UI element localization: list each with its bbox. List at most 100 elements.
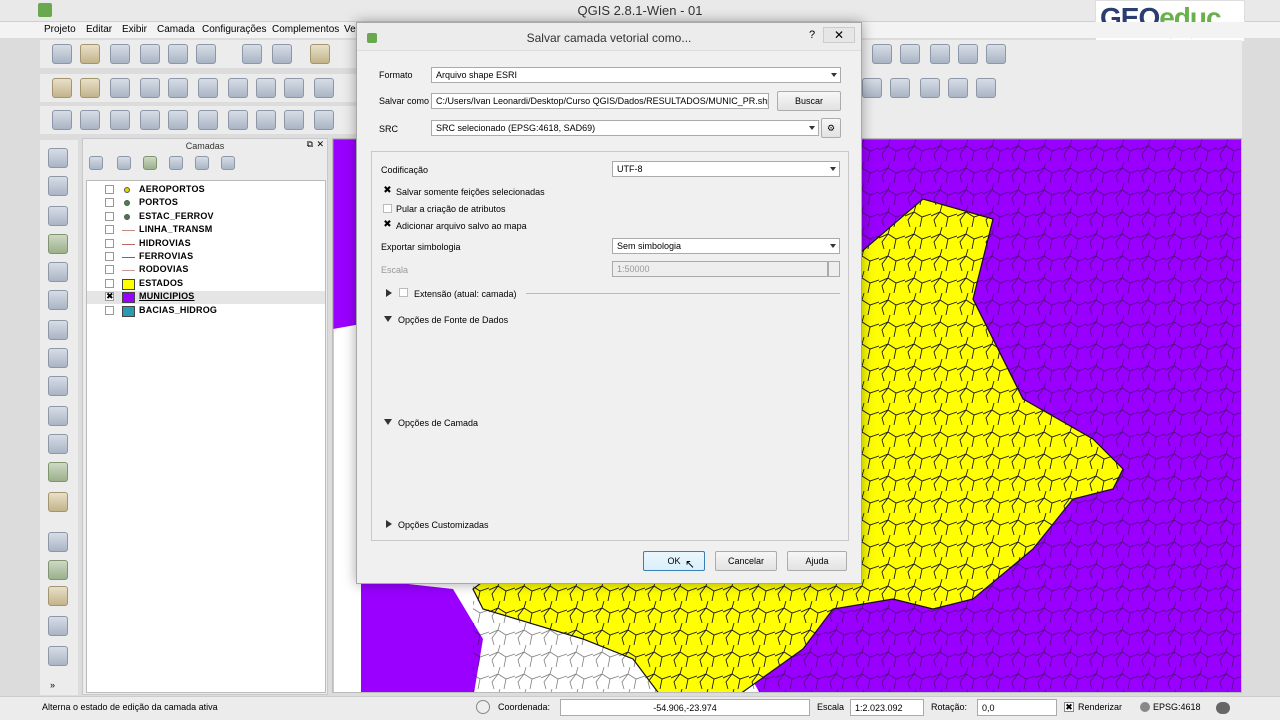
extent-expand-icon[interactable]: [386, 289, 392, 297]
layer-visibility-checkbox[interactable]: [105, 211, 114, 221]
open-project-icon[interactable]: [80, 44, 100, 64]
layer-row[interactable]: HIDROVIAS: [87, 238, 325, 251]
layer-options-collapse-icon[interactable]: [384, 419, 392, 425]
select-features-icon[interactable]: [310, 44, 330, 64]
visibility-eye-icon[interactable]: [117, 156, 131, 170]
render-checkbox[interactable]: ✖: [1064, 702, 1074, 712]
delete-selected-icon[interactable]: [228, 78, 248, 98]
expand-more-icon[interactable]: »: [50, 680, 55, 690]
add-part-icon[interactable]: [198, 110, 218, 130]
add-oracle-layer-icon[interactable]: [48, 290, 68, 310]
close-panel-icon[interactable]: ✕: [316, 139, 324, 150]
menu-camada[interactable]: Camada: [157, 24, 195, 35]
toggle-edit-icon[interactable]: [80, 78, 100, 98]
cut-icon[interactable]: [256, 78, 276, 98]
zoom-last-icon[interactable]: [948, 78, 968, 98]
copy-icon[interactable]: [284, 78, 304, 98]
snapping-icon[interactable]: [48, 560, 68, 580]
format-select[interactable]: Arquivo shape ESRI: [431, 67, 841, 83]
add-vector-layer-icon[interactable]: [48, 148, 68, 168]
selected-only-checkbox[interactable]: ✖: [383, 186, 392, 196]
menu-configuracoes[interactable]: Configurações: [202, 24, 266, 35]
saveas-input[interactable]: C:/Users/Ivan Leonardi/Desktop/Curso QGI…: [431, 93, 769, 109]
skip-attributes-checkbox[interactable]: [383, 204, 392, 213]
coordinate-toggle-icon[interactable]: [476, 700, 490, 714]
add-mssql-layer-icon[interactable]: [48, 262, 68, 282]
add-postgis-layer-icon[interactable]: [48, 206, 68, 226]
filter-icon[interactable]: [143, 156, 157, 170]
layer-visibility-checkbox[interactable]: [105, 198, 114, 208]
paste-icon[interactable]: [314, 78, 334, 98]
layer-row[interactable]: ✖ MUNICIPIOS: [87, 291, 325, 305]
layer-visibility-checkbox[interactable]: [105, 238, 114, 248]
new-shapefile-icon[interactable]: [48, 462, 68, 482]
georeferencer-icon[interactable]: [48, 616, 68, 636]
layer-visibility-checkbox[interactable]: [105, 185, 114, 194]
print-composer-icon[interactable]: [168, 44, 188, 64]
zoom-out-icon[interactable]: [890, 78, 910, 98]
layer-row[interactable]: RODOVIAS: [87, 264, 325, 277]
layer-visibility-checkbox[interactable]: ✖: [105, 292, 114, 302]
datasource-collapse-icon[interactable]: [384, 316, 392, 322]
crs-status[interactable]: EPSG:4618: [1153, 702, 1201, 712]
simplify-icon[interactable]: [140, 110, 160, 130]
add-raster-layer-icon[interactable]: [48, 176, 68, 196]
layer-visibility-checkbox[interactable]: [105, 225, 114, 235]
add-wms-layer-icon[interactable]: [48, 348, 68, 368]
context-help-button[interactable]: ?: [805, 29, 819, 41]
move-feature-icon[interactable]: [168, 78, 188, 98]
composer-manager-icon[interactable]: [196, 44, 216, 64]
add-db2-layer-icon[interactable]: [48, 320, 68, 340]
label-tool-icon[interactable]: [48, 586, 68, 606]
float-panel-icon[interactable]: ⧉: [307, 139, 313, 150]
menu-exibir[interactable]: Exibir: [122, 24, 147, 35]
expand-all-icon[interactable]: [89, 156, 103, 170]
expand-groups-icon[interactable]: [169, 156, 183, 170]
add-delimited-text-icon[interactable]: [48, 434, 68, 454]
delete-part-icon[interactable]: [284, 110, 304, 130]
add-wcs-layer-icon[interactable]: [48, 376, 68, 396]
cancel-button[interactable]: Cancelar: [715, 551, 777, 571]
menu-complementos[interactable]: Complementos: [272, 24, 339, 35]
layer-visibility-checkbox[interactable]: [105, 305, 114, 315]
add-wfs-layer-icon[interactable]: [48, 406, 68, 426]
custom-options-expand-icon[interactable]: [386, 520, 392, 528]
layer-visibility-checkbox[interactable]: [105, 278, 114, 288]
menu-editar[interactable]: Editar: [86, 24, 112, 35]
layer-visibility-checkbox[interactable]: [105, 265, 114, 275]
identify-icon[interactable]: [242, 44, 262, 64]
layer-row[interactable]: FERROVIAS: [87, 251, 325, 264]
fill-ring-icon[interactable]: [228, 110, 248, 130]
split-parts-icon[interactable]: [958, 44, 978, 64]
save-project-icon[interactable]: [110, 44, 130, 64]
menu-vetor[interactable]: Ve: [344, 24, 356, 35]
zoom-layer-icon[interactable]: [920, 78, 940, 98]
crs-globe-icon[interactable]: [1140, 702, 1150, 712]
zoom-in-icon[interactable]: [862, 78, 882, 98]
help-button[interactable]: Ajuda: [787, 551, 847, 571]
node-tool-icon[interactable]: [198, 78, 218, 98]
delete-ring-icon[interactable]: [256, 110, 276, 130]
add-spatialite-layer-icon[interactable]: [48, 234, 68, 254]
layer-row[interactable]: BACIAS_HIDROG: [87, 305, 325, 318]
scale-field[interactable]: 1:2.023.092: [850, 699, 924, 716]
advanced-edit-icon[interactable]: [872, 44, 892, 64]
save-edits-icon[interactable]: [110, 78, 130, 98]
layer-row[interactable]: LINHA_TRANSM: [87, 224, 325, 237]
menu-projeto[interactable]: Projeto: [44, 24, 76, 35]
layer-row[interactable]: ESTAC_FERROV: [87, 211, 325, 224]
dialog-close-button[interactable]: ✕: [823, 27, 855, 43]
save-as-icon[interactable]: [140, 44, 160, 64]
coordinate-field[interactable]: -54.906,-23.974: [560, 699, 810, 716]
layer-visibility-checkbox[interactable]: [105, 252, 114, 261]
layer-row[interactable]: AEROPORTOS: [87, 184, 325, 197]
new-spatialite-icon[interactable]: [48, 492, 68, 512]
symbology-select[interactable]: Sem simbologia: [612, 238, 840, 254]
add-feature-icon[interactable]: [140, 78, 160, 98]
encoding-select[interactable]: UTF-8: [612, 161, 840, 177]
collapse-groups-icon[interactable]: [195, 156, 209, 170]
ok-button[interactable]: OK: [643, 551, 705, 571]
add-ring-icon[interactable]: [168, 110, 188, 130]
remove-layer-icon[interactable]: [221, 156, 235, 170]
crs-select[interactable]: SRC selecionado (EPSG:4618, SAD69): [431, 120, 819, 136]
